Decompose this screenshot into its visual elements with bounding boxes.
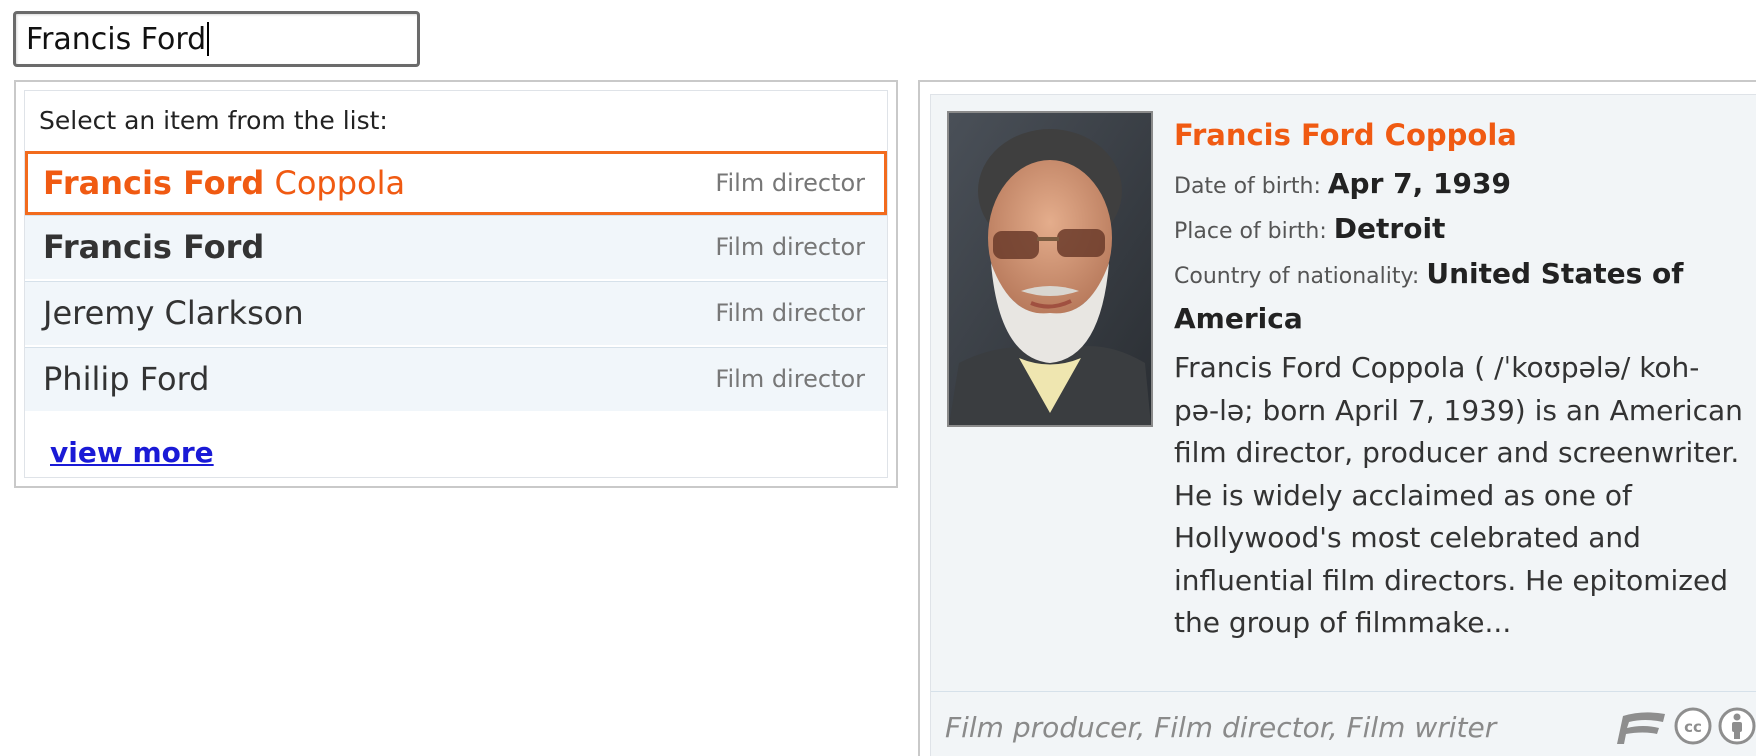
suggestion-item-type: Film director bbox=[715, 233, 865, 261]
suggestion-item-type: Film director bbox=[715, 169, 865, 197]
suggestion-dropdown: Select an item from the list: Francis Fo… bbox=[14, 80, 898, 488]
view-more-link[interactable]: view more bbox=[50, 436, 214, 469]
suggestion-item-type: Film director bbox=[715, 365, 865, 393]
entity-name[interactable]: Francis Ford Coppola bbox=[1174, 115, 1744, 155]
place-of-birth: Place of birth: Detroit bbox=[1174, 208, 1744, 253]
entity-details: Francis Ford Coppola Date of birth: Apr … bbox=[1174, 115, 1744, 645]
property-label: Country of nationality: bbox=[1174, 264, 1420, 289]
flyout-content: Francis Ford Coppola Date of birth: Apr … bbox=[930, 94, 1756, 756]
suggestion-item-francis-ford[interactable]: Francis Ford Film director bbox=[25, 215, 887, 279]
suggestion-item-francis-ford-coppola[interactable]: Francis Ford Coppola Film director bbox=[25, 151, 887, 215]
property-label: Place of birth: bbox=[1174, 219, 1327, 244]
flyout-panel: Francis Ford Coppola Date of birth: Apr … bbox=[918, 80, 1756, 756]
suggestion-item-label: Francis Ford Coppola bbox=[43, 164, 406, 202]
freebase-logo-icon[interactable] bbox=[1613, 706, 1669, 746]
property-value: Detroit bbox=[1333, 212, 1446, 245]
suggestion-item-label: Philip Ford bbox=[43, 360, 210, 398]
text-caret bbox=[207, 21, 210, 56]
search-input[interactable]: Francis Ford bbox=[13, 11, 420, 67]
suggestion-item-label: Francis Ford bbox=[43, 228, 265, 266]
suggestion-item-philip-ford[interactable]: Philip Ford Film director bbox=[25, 347, 887, 411]
entity-types: Film producer, Film director, Film write… bbox=[945, 711, 1497, 744]
suggestion-header: Select an item from the list: bbox=[39, 106, 388, 135]
suggestion-item-label: Jeremy Clarkson bbox=[43, 294, 304, 332]
svg-text:cc: cc bbox=[1684, 718, 1702, 736]
entity-description: Francis Ford Coppola ( /ˈkoʊpələ/ koh-pə… bbox=[1174, 351, 1743, 639]
date-of-birth: Date of birth: Apr 7, 1939 bbox=[1174, 163, 1744, 208]
suggestion-item-jeremy-clarkson[interactable]: Jeremy Clarkson Film director bbox=[25, 281, 887, 345]
footer-icons: cc bbox=[1613, 706, 1756, 746]
property-value: Apr 7, 1939 bbox=[1327, 167, 1511, 200]
suggestion-item-type: Film director bbox=[715, 299, 865, 327]
country-of-nationality: Country of nationality: United States of… bbox=[1174, 253, 1744, 343]
suggestion-list: Select an item from the list: Francis Fo… bbox=[24, 90, 888, 478]
search-input-value: Francis Ford bbox=[26, 14, 210, 66]
property-label: Date of birth: bbox=[1174, 174, 1321, 199]
person-photo bbox=[947, 111, 1153, 427]
attribution-icon[interactable] bbox=[1717, 706, 1756, 746]
flyout-footer: Film producer, Film director, Film write… bbox=[931, 691, 1756, 756]
creative-commons-icon[interactable]: cc bbox=[1673, 706, 1713, 746]
